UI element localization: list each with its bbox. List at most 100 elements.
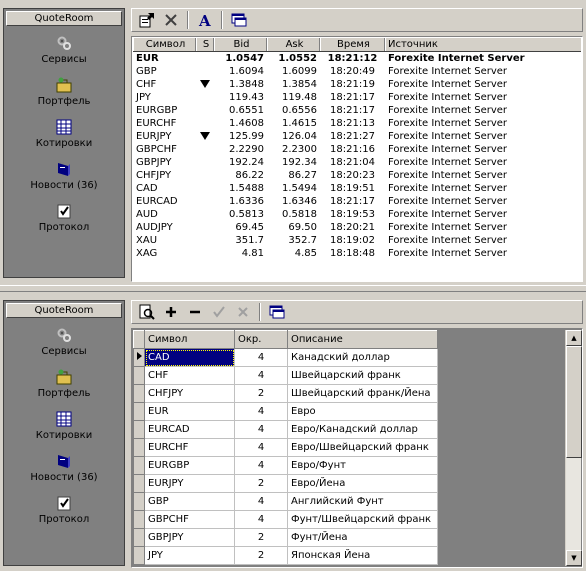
col-bid[interactable]: Bid — [214, 38, 267, 51]
table-row[interactable]: EURCAD 4 Евро/Канадский доллар — [133, 420, 438, 439]
preview-icon[interactable] — [136, 302, 158, 322]
table-row[interactable]: CHFJPY 2 Швейцарский франк/Йена — [133, 384, 438, 403]
description-cell[interactable]: Евро/Йена — [287, 474, 438, 493]
rounding-cell[interactable]: 4 — [234, 456, 288, 475]
rounding-cell[interactable]: 4 — [234, 492, 288, 511]
table-row[interactable]: JPY 2 Японская Йена — [133, 546, 438, 565]
row-indicator[interactable] — [133, 546, 145, 565]
table-row[interactable]: EURGBP 4 Евро/Фунт — [133, 456, 438, 475]
sidebar-item-portfolio[interactable]: Портфель — [4, 369, 124, 409]
sidebar-item-news[interactable]: Новости (36) — [4, 453, 124, 493]
col-time[interactable]: Время — [320, 38, 385, 51]
cancel-icon[interactable] — [232, 302, 254, 322]
rounding-cell[interactable]: 2 — [234, 528, 288, 547]
properties-icon[interactable] — [136, 10, 158, 30]
quote-row[interactable]: XAG 4.81 4.85 18:18:48 Forexite Internet Ser… — [133, 247, 581, 260]
col-symbol[interactable]: Символ — [133, 38, 196, 51]
col-symbol[interactable]: Символ — [144, 330, 235, 349]
rounding-cell[interactable]: 2 — [234, 474, 288, 493]
sidebar-item-news[interactable]: Новости (36) — [4, 161, 124, 201]
delete-icon[interactable] — [160, 10, 182, 30]
sidebar-item-services[interactable]: Сервисы — [4, 327, 124, 367]
splitter[interactable] — [0, 285, 586, 292]
scroll-down-button[interactable]: ▼ — [566, 550, 582, 566]
font-icon[interactable]: A — [194, 10, 216, 30]
quote-row[interactable]: GBP 1.6094 1.6099 18:20:49 Forexite Internet… — [133, 65, 581, 78]
col-ask[interactable]: Ask — [267, 38, 320, 51]
symbol-cell[interactable]: EUR — [144, 402, 235, 421]
quote-row[interactable]: EURJPY 125.99 126.04 18:21:27 Forexite Inter… — [133, 130, 581, 143]
table-row[interactable]: EURJPY 2 Евро/Йена — [133, 474, 438, 493]
rounding-cell[interactable]: 2 — [234, 384, 288, 403]
add-icon[interactable] — [160, 302, 182, 322]
quote-row[interactable]: EURGBP 0.6551 0.6556 18:21:17 Forexite Inter… — [133, 104, 581, 117]
description-cell[interactable]: Фунт/Швейцарский франк — [287, 510, 438, 529]
description-cell[interactable]: Английский Фунт — [287, 492, 438, 511]
symbol-cell[interactable]: CHF — [144, 366, 235, 385]
rounding-cell[interactable]: 4 — [234, 402, 288, 421]
rounding-cell[interactable]: 4 — [234, 438, 288, 457]
sidebar-item-protocol[interactable]: Протокол — [4, 203, 124, 243]
row-indicator[interactable] — [133, 438, 145, 457]
quote-row[interactable]: XAU 351.7 352.7 18:19:02 Forexite Internet S… — [133, 234, 581, 247]
row-indicator[interactable] — [133, 492, 145, 511]
scroll-up-button[interactable]: ▲ — [566, 330, 582, 346]
symbol-cell[interactable]: GBPCHF — [144, 510, 235, 529]
window-icon[interactable] — [266, 302, 288, 322]
sidebar-item-protocol[interactable]: Протокол — [4, 495, 124, 535]
row-indicator[interactable] — [133, 348, 145, 367]
quote-row[interactable]: JPY 119.43 119.48 18:21:17 Forexite Internet… — [133, 91, 581, 104]
symbol-cell[interactable]: CHFJPY — [144, 384, 235, 403]
table-row[interactable]: GBPCHF 4 Фунт/Швейцарский франк — [133, 510, 438, 529]
rounding-cell[interactable]: 4 — [234, 348, 288, 367]
quote-row[interactable]: CHFJPY 86.22 86.27 18:20:23 Forexite Interne… — [133, 169, 581, 182]
symbol-cell[interactable]: EURCAD — [144, 420, 235, 439]
symbol-cell[interactable]: EURJPY — [144, 474, 235, 493]
remove-icon[interactable] — [184, 302, 206, 322]
description-cell[interactable]: Евро — [287, 402, 438, 421]
sidebar-title[interactable]: QuoteRoom — [6, 11, 122, 26]
symbol-cell[interactable]: CAD — [144, 348, 235, 367]
rounding-cell[interactable]: 4 — [234, 366, 288, 385]
rounding-cell[interactable]: 4 — [234, 510, 288, 529]
col-rounding[interactable]: Окр. — [234, 330, 288, 349]
table-row[interactable]: CHF 4 Швейцарский франк — [133, 366, 438, 385]
sidebar-item-services[interactable]: Сервисы — [4, 35, 124, 75]
row-indicator[interactable] — [133, 402, 145, 421]
quote-row[interactable]: AUDJPY 69.45 69.50 18:20:21 Forexite Interne… — [133, 221, 581, 234]
symbol-cell[interactable]: EURGBP — [144, 456, 235, 475]
col-s[interactable]: S — [196, 38, 214, 51]
quote-row[interactable]: EUR 1.0547 1.0552 18:21:12 Forexite Internet… — [133, 52, 581, 65]
window-icon[interactable] — [228, 10, 250, 30]
row-indicator[interactable] — [133, 384, 145, 403]
symbol-cell[interactable]: GBP — [144, 492, 235, 511]
description-cell[interactable]: Японская Йена — [287, 546, 438, 565]
description-cell[interactable]: Евро/Швейцарский франк — [287, 438, 438, 457]
quote-row[interactable]: CAD 1.5488 1.5494 18:19:51 Forexite Internet… — [133, 182, 581, 195]
vertical-scrollbar[interactable]: ▲ ▼ — [565, 330, 582, 566]
sidebar-item-quotes[interactable]: Котировки — [4, 119, 124, 159]
row-indicator[interactable] — [133, 456, 145, 475]
table-row[interactable]: CAD 4 Канадский доллар — [133, 348, 438, 367]
row-indicator[interactable] — [133, 510, 145, 529]
sidebar-item-portfolio[interactable]: Портфель — [4, 77, 124, 117]
description-cell[interactable]: Канадский доллар — [287, 348, 438, 367]
rounding-cell[interactable]: 2 — [234, 546, 288, 565]
row-indicator[interactable] — [133, 528, 145, 547]
description-cell[interactable]: Швейцарский франк — [287, 366, 438, 385]
description-cell[interactable]: Евро/Канадский доллар — [287, 420, 438, 439]
description-cell[interactable]: Швейцарский франк/Йена — [287, 384, 438, 403]
rounding-cell[interactable]: 4 — [234, 420, 288, 439]
symbol-cell[interactable]: EURCHF — [144, 438, 235, 457]
col-description[interactable]: Описание — [287, 330, 438, 349]
scroll-thumb[interactable] — [566, 346, 582, 458]
confirm-icon[interactable] — [208, 302, 230, 322]
quote-row[interactable]: GBPCHF 2.2290 2.2300 18:21:16 Forexite Inter… — [133, 143, 581, 156]
row-indicator[interactable] — [133, 474, 145, 493]
table-row[interactable]: EUR 4 Евро — [133, 402, 438, 421]
symbol-cell[interactable]: JPY — [144, 546, 235, 565]
table-row[interactable]: GBPJPY 2 Фунт/Йена — [133, 528, 438, 547]
description-cell[interactable]: Евро/Фунт — [287, 456, 438, 475]
table-row[interactable]: GBP 4 Английский Фунт — [133, 492, 438, 511]
sidebar-title[interactable]: QuoteRoom — [6, 303, 122, 318]
